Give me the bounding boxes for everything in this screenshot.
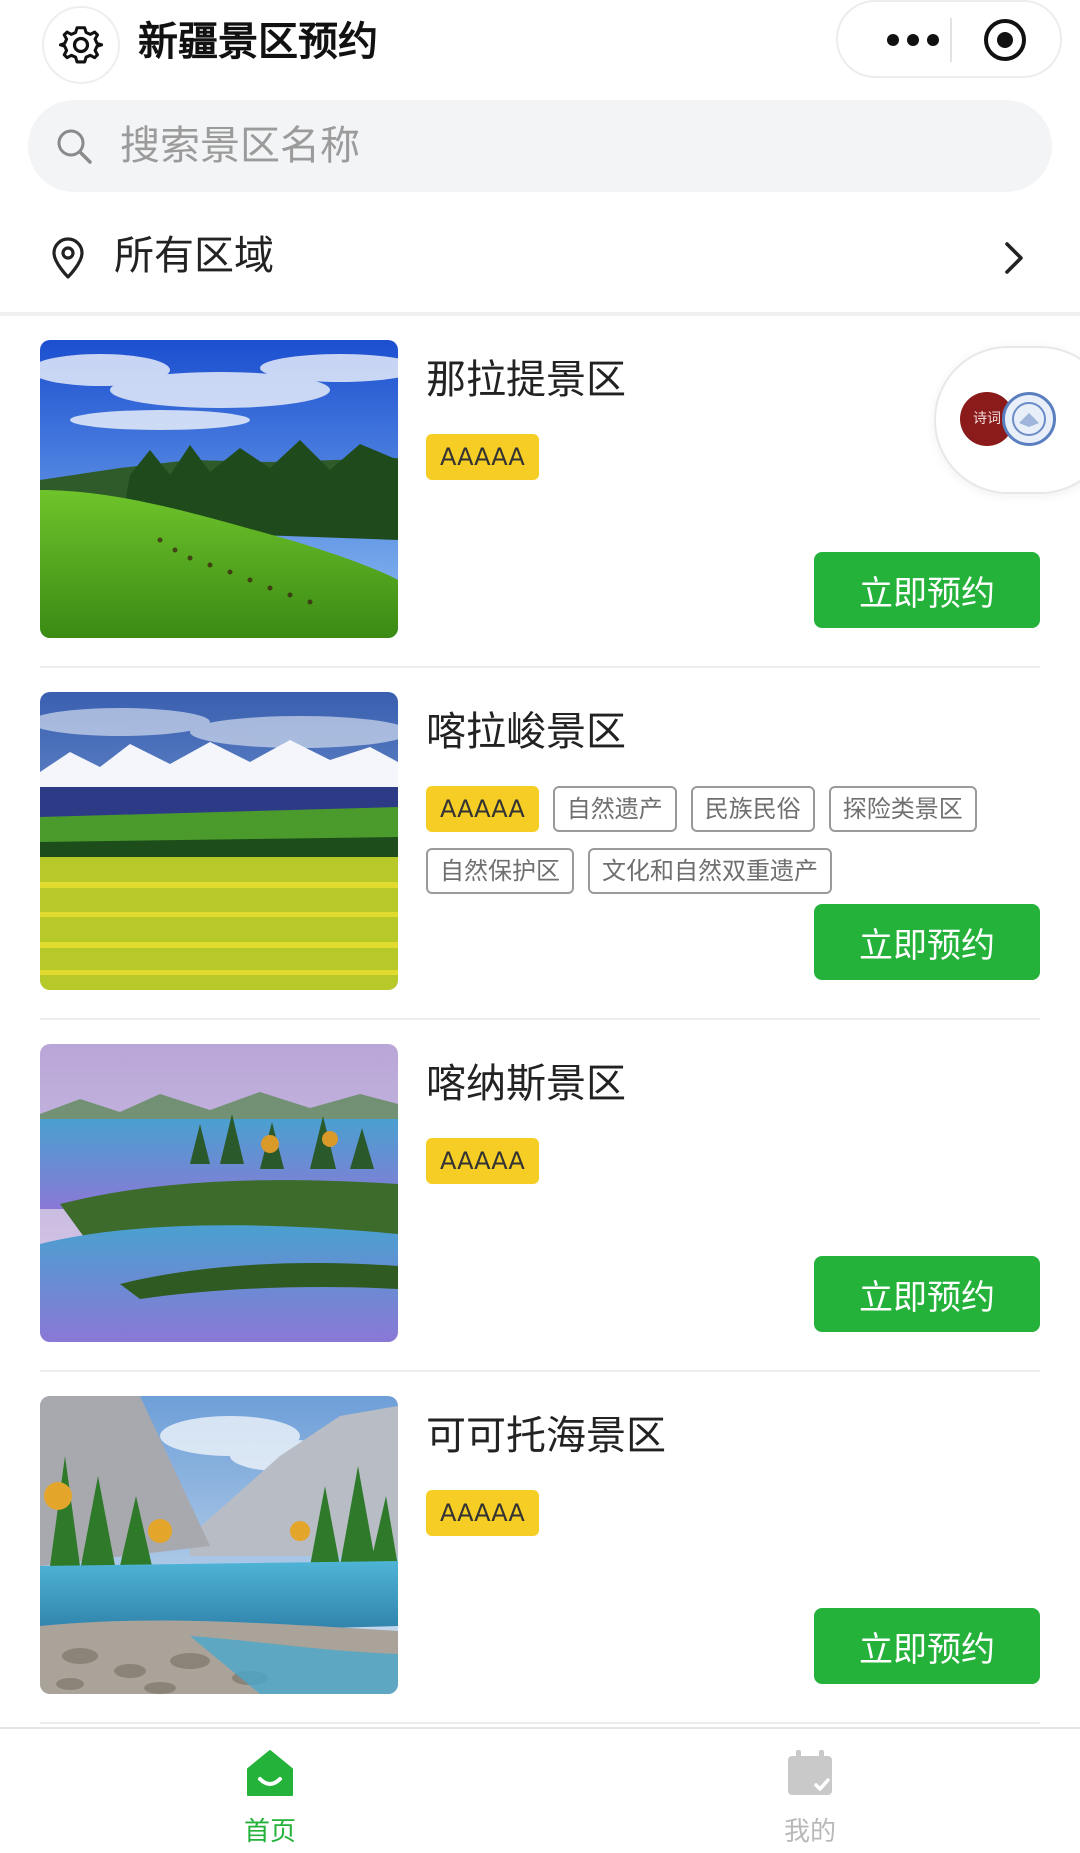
search-icon [57,129,92,164]
category-tag: 自然遗产 [552,786,677,832]
region-label: 所有区域 [114,233,274,279]
scenic-card[interactable]: 喀拉峻景区 AAAAA 自然遗产 民族民俗 探险类景区 自然保护区 文化和自然双… [0,668,1080,1020]
category-tag: 文化和自然双重遗产 [588,848,832,894]
grade-badge: AAAAA [426,786,539,832]
tag-list: AAAAA [426,1138,1006,1184]
category-tag: 民族民俗 [690,786,815,832]
scenic-card[interactable]: 喀纳斯景区 AAAAA 立即预约 [0,1020,1080,1372]
app-title: 新疆景区预约 [138,19,378,65]
category-tag: 探险类景区 [828,786,977,832]
target-close-icon[interactable] [982,17,1028,63]
location-pin-icon [52,237,84,279]
scenic-name: 可可托海景区 [426,1413,666,1459]
scenic-photo-kanas[interactable] [40,1044,398,1342]
bottom-tab-bar: 首页 我的 [0,1727,1080,1853]
mini-program-capsule [836,0,1062,78]
emblem-icon [1012,402,1046,436]
settings-button[interactable] [42,6,120,84]
tag-list: AAAAA [426,434,1006,480]
category-tag: 自然保护区 [426,848,574,894]
emblem-avatar [1002,392,1056,446]
home-icon [247,1750,293,1796]
book-now-button[interactable]: 立即预约 [814,1608,1040,1684]
tab-mine[interactable]: 我的 [540,1729,1080,1853]
gear-icon [59,26,103,64]
book-now-button[interactable]: 立即预约 [814,552,1040,628]
scenic-name: 喀拉峻景区 [426,709,626,755]
book-now-button[interactable]: 立即预约 [814,1256,1040,1332]
capsule-divider [950,18,952,62]
scenic-photo-keketuohai[interactable] [40,1396,398,1694]
grade-badge: AAAAA [426,1138,539,1184]
tag-list: AAAAA [426,1490,1006,1536]
more-dots-icon[interactable] [868,21,958,59]
search-bar[interactable] [28,100,1052,192]
scenic-name: 喀纳斯景区 [426,1061,626,1107]
scenic-card[interactable]: 那拉提景区 AAAAA 立即预约 [0,316,1080,668]
scenic-name: 那拉提景区 [426,357,626,403]
tab-mine-label: 我的 [783,1817,836,1847]
grade-badge: AAAAA [426,434,539,480]
scenic-booking-page: 新疆景区预约 所有区域 [0,0,1080,1853]
card-divider [40,1722,1040,1724]
scenic-photo-nalati[interactable] [40,340,398,638]
floating-avatar-bubble[interactable]: 诗词 [934,346,1080,494]
region-selector[interactable]: 所有区域 [0,210,1080,302]
grade-badge: AAAAA [426,1490,539,1536]
tab-home[interactable]: 首页 [0,1729,540,1853]
header: 新疆景区预约 [0,0,1080,92]
calendar-icon [788,1750,832,1795]
scenic-list: 那拉提景区 AAAAA 立即预约 喀拉峻景区 AAAAA 自然遗产 民族民俗 探… [0,316,1080,1724]
scenic-photo-kalajun[interactable] [40,692,398,990]
book-now-button[interactable]: 立即预约 [814,904,1040,980]
tag-list: AAAAA 自然遗产 民族民俗 探险类景区 自然保护区 文化和自然双重遗产 [426,786,1006,894]
search-input[interactable] [120,116,1000,176]
chevron-right-icon [1005,242,1023,274]
tab-home-label: 首页 [243,1817,296,1847]
scenic-card[interactable]: 可可托海景区 AAAAA 立即预约 [0,1372,1080,1724]
